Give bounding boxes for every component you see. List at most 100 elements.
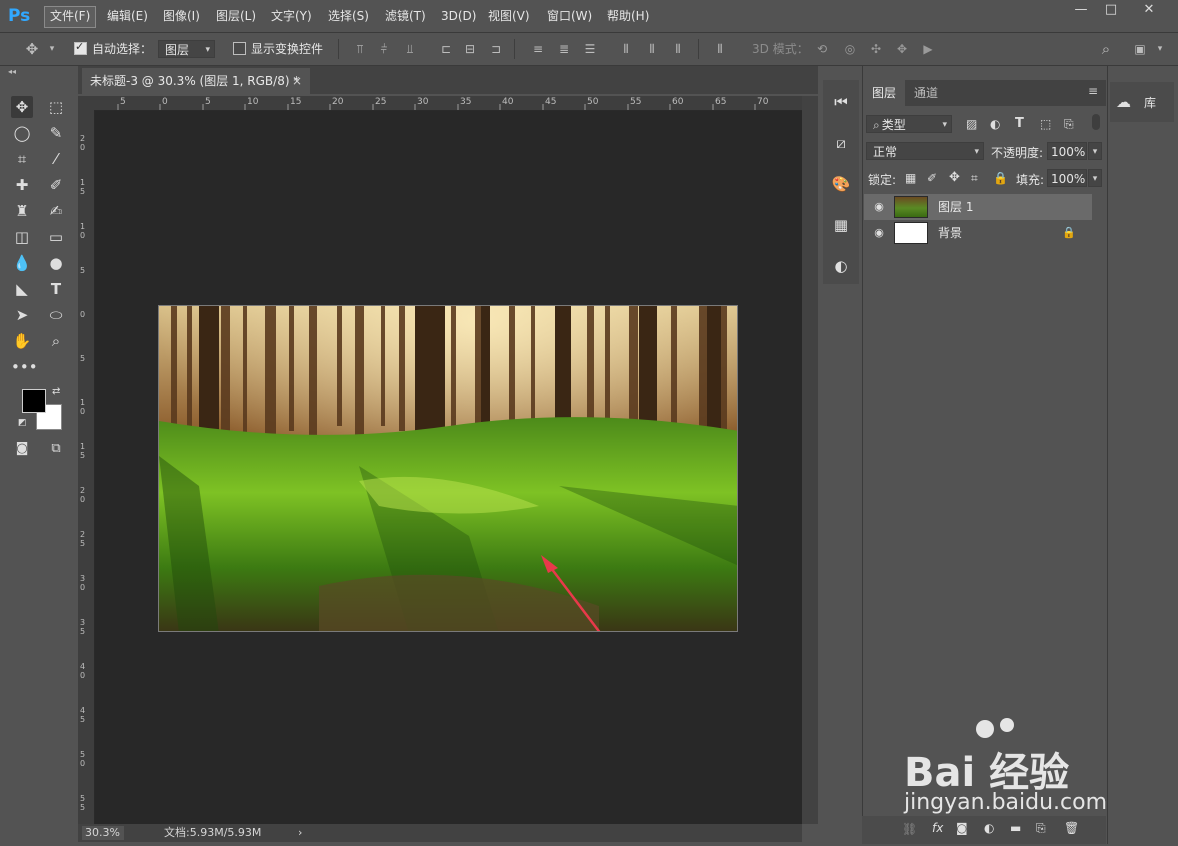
foreground-color-swatch[interactable]: [22, 389, 46, 413]
lock-transparent-icon[interactable]: ▦: [905, 171, 916, 185]
menu-window[interactable]: 窗口(W): [542, 6, 597, 26]
history-brush-tool-icon[interactable]: ✍: [45, 200, 67, 222]
layer-row[interactable]: ◉ 背景 🔒: [864, 220, 1092, 246]
blur-tool-icon[interactable]: 💧: [11, 252, 33, 274]
menu-type[interactable]: 文字(Y): [266, 6, 317, 26]
dodge-tool-icon[interactable]: ●: [45, 252, 67, 274]
filter-shape-icon[interactable]: ⬚: [1040, 117, 1051, 131]
hand-tool-icon[interactable]: ✋: [11, 330, 33, 352]
move-tool-icon[interactable]: ✥: [11, 96, 33, 118]
blend-mode-dropdown[interactable]: 正常 ▾: [866, 142, 984, 160]
visibility-eye-icon[interactable]: ◉: [872, 226, 886, 240]
close-document-icon[interactable]: ×: [292, 68, 302, 94]
tab-layers[interactable]: 图层: [863, 80, 906, 106]
quick-select-tool-icon[interactable]: ✎: [45, 122, 67, 144]
menu-help[interactable]: 帮助(H): [602, 6, 654, 26]
auto-align-icon[interactable]: ⫴: [712, 41, 728, 57]
align-right-icon[interactable]: ⊐: [488, 41, 504, 57]
3d-scale-icon[interactable]: ▶: [920, 41, 936, 57]
search-icon[interactable]: ⌕: [1098, 41, 1114, 57]
lasso-tool-icon[interactable]: ◯: [11, 122, 33, 144]
lock-position-icon[interactable]: ✥: [949, 170, 960, 185]
3d-pan-icon[interactable]: ✣: [868, 41, 884, 57]
default-colors-icon[interactable]: ◩: [18, 418, 27, 428]
screen-mode-icon[interactable]: ⧉: [45, 438, 67, 460]
more-tools-icon[interactable]: •••: [11, 356, 38, 378]
swap-colors-icon[interactable]: ⇄: [52, 386, 60, 397]
3d-roll-icon[interactable]: ◎: [842, 41, 858, 57]
quick-mask-icon[interactable]: ◙: [11, 438, 33, 460]
panel-menu-icon[interactable]: ≡: [1088, 84, 1098, 98]
auto-select-target-dropdown[interactable]: 图层 ▾: [158, 40, 215, 58]
3d-slide-icon[interactable]: ✥: [894, 41, 910, 57]
collapse-tools-icon[interactable]: ◂◂: [8, 67, 16, 76]
align-top-icon[interactable]: ⫪: [352, 41, 368, 57]
adjustments-panel-icon[interactable]: ◐: [823, 248, 859, 284]
fill-input[interactable]: 100%: [1047, 169, 1087, 187]
visibility-eye-icon[interactable]: ◉: [872, 200, 886, 214]
opacity-chevron-icon[interactable]: ▾: [1088, 142, 1102, 160]
fill-chevron-icon[interactable]: ▾: [1088, 169, 1102, 187]
distribute-right-icon[interactable]: ⦀: [670, 41, 686, 57]
distribute-hcenter-icon[interactable]: ⦀: [644, 41, 660, 57]
crop-tool-icon[interactable]: ⌗: [11, 148, 33, 170]
vertical-scrollbar[interactable]: [802, 96, 818, 824]
marquee-tool-icon[interactable]: ⬚: [45, 96, 67, 118]
auto-select-checkbox[interactable]: [74, 40, 87, 55]
3d-orbit-icon[interactable]: ⟲: [814, 41, 830, 57]
eyedropper-tool-icon[interactable]: ⁄: [45, 148, 67, 170]
lock-artboard-icon[interactable]: ⌗: [971, 171, 978, 186]
path-select-tool-icon[interactable]: ➤: [11, 304, 33, 326]
menu-image[interactable]: 图像(I): [158, 6, 205, 26]
filter-type-icon[interactable]: T: [1015, 116, 1024, 131]
color-panel-icon[interactable]: 🎨: [823, 166, 859, 202]
eraser-tool-icon[interactable]: ◫: [11, 226, 33, 248]
healing-brush-tool-icon[interactable]: ✚: [11, 174, 33, 196]
filter-adjustment-icon[interactable]: ◐: [990, 117, 1000, 131]
forest-image[interactable]: [158, 305, 738, 632]
move-tool-icon[interactable]: ✥: [24, 41, 40, 57]
filter-kind-dropdown[interactable]: ⌕ 类型 ▾: [866, 115, 952, 133]
zoom-tool-icon[interactable]: ⌕: [45, 330, 67, 352]
distribute-bottom-icon[interactable]: ☰: [582, 41, 598, 57]
menu-layer[interactable]: 图层(L): [211, 6, 261, 26]
workspace-chevron-icon[interactable]: ▾: [1152, 41, 1168, 57]
menu-view[interactable]: 视图(V): [483, 6, 535, 26]
workspace-icon[interactable]: ▣: [1132, 41, 1148, 57]
menu-3d[interactable]: 3D(D): [436, 6, 481, 26]
layer-name[interactable]: 图层 1: [938, 194, 973, 220]
libraries-tab[interactable]: ☁ 库: [1110, 82, 1174, 122]
distribute-top-icon[interactable]: ≡: [530, 41, 546, 57]
menu-edit[interactable]: 编辑(E): [102, 6, 153, 26]
tool-preset-chevron-icon[interactable]: ▾: [44, 41, 60, 57]
menu-filter[interactable]: 滤镜(T): [380, 6, 431, 26]
lock-all-icon[interactable]: 🔒: [993, 171, 1008, 185]
menu-select[interactable]: 选择(S): [323, 6, 374, 26]
filter-pixel-icon[interactable]: ▨: [966, 117, 977, 131]
menu-file[interactable]: 文件(F): [44, 6, 97, 28]
history-panel-icon[interactable]: ⏮: [823, 84, 859, 120]
align-vcenter-icon[interactable]: ⫩: [376, 41, 392, 57]
gradient-tool-icon[interactable]: ▭: [45, 226, 67, 248]
filter-toggle[interactable]: [1092, 114, 1100, 130]
tab-channels[interactable]: 通道: [905, 80, 947, 106]
minimize-button[interactable]: —: [1066, 0, 1096, 20]
distribute-left-icon[interactable]: ⦀: [618, 41, 634, 57]
properties-panel-icon[interactable]: ⧄: [823, 125, 859, 161]
distribute-vcenter-icon[interactable]: ≣: [556, 41, 572, 57]
type-tool-icon[interactable]: T: [45, 278, 67, 300]
swatches-panel-icon[interactable]: ▦: [823, 207, 859, 243]
maximize-button[interactable]: □: [1096, 0, 1126, 20]
layer-name[interactable]: 背景: [938, 220, 962, 246]
lock-brush-icon[interactable]: ✐: [927, 171, 937, 185]
brush-tool-icon[interactable]: ✐: [45, 174, 67, 196]
clone-stamp-tool-icon[interactable]: ♜: [11, 200, 33, 222]
document-tab[interactable]: 未标题-3 @ 30.3% (图层 1, RGB/8) * ×: [82, 68, 310, 94]
opacity-input[interactable]: 100%: [1047, 142, 1087, 160]
show-transform-checkbox[interactable]: [233, 42, 246, 55]
align-hcenter-icon[interactable]: ⊟: [462, 41, 478, 57]
status-menu-arrow-icon[interactable]: ›: [298, 824, 302, 842]
align-left-icon[interactable]: ⊏: [438, 41, 454, 57]
filter-smart-object-icon[interactable]: ⎘: [1064, 117, 1074, 132]
align-bottom-icon[interactable]: ⫫: [402, 41, 418, 57]
